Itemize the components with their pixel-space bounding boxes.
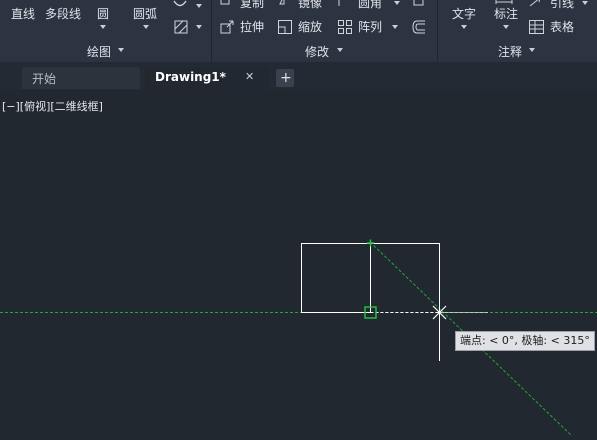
draw-panel-caret[interactable] <box>118 48 124 52</box>
modify-panel-title[interactable]: 修改 <box>305 43 329 60</box>
annotation-panel-caret[interactable] <box>529 48 535 52</box>
ribbon: 直线 多段线 圆 圆弧 绘图 复制 镜像 圆角 拉伸 缩放 阵列 修改 文字 标… <box>0 0 597 62</box>
circle-dropdown-caret[interactable] <box>100 25 106 29</box>
fillet-button[interactable]: 圆角 <box>358 0 382 10</box>
array-button[interactable]: 阵列 <box>358 20 382 34</box>
rectangle-left[interactable] <box>301 243 371 313</box>
stretch-icon <box>220 20 234 34</box>
arc-button[interactable]: 圆弧 <box>133 7 157 21</box>
rectangle-right[interactable] <box>370 243 440 313</box>
file-tab-bar: 开始 Drawing1* ✕ + <box>0 62 597 90</box>
panel-separator <box>437 0 438 62</box>
close-icon[interactable]: ✕ <box>245 70 254 83</box>
table-button[interactable]: 表格 <box>550 20 574 34</box>
text-button[interactable]: 文字 <box>452 7 476 21</box>
snap-tooltip-text: 端点: < 0°, 极轴: < 315° <box>460 334 590 347</box>
tab-drawing1[interactable]: Drawing1* ✕ <box>145 67 269 89</box>
offset-icon[interactable] <box>411 19 427 35</box>
mirror-icon <box>279 0 285 5</box>
dimension-dropdown-caret[interactable] <box>503 25 509 29</box>
ellipse-icon[interactable] <box>172 0 188 10</box>
text-dropdown-caret[interactable] <box>461 25 467 29</box>
leader-dropdown-caret[interactable] <box>582 1 588 5</box>
hatch-dropdown-caret[interactable] <box>196 25 202 29</box>
arc-dropdown-caret[interactable] <box>143 25 149 29</box>
array-dropdown-caret[interactable] <box>392 25 398 29</box>
circle-button[interactable]: 圆 <box>97 7 109 21</box>
drawing-area[interactable] <box>0 90 597 437</box>
leader-icon <box>529 0 541 7</box>
polyline-button[interactable]: 多段线 <box>45 7 81 21</box>
scale-button[interactable]: 缩放 <box>298 20 322 34</box>
leader-button[interactable]: 引线 <box>550 0 574 10</box>
new-tab-button[interactable]: + <box>276 69 294 87</box>
snap-tooltip: 端点: < 0°, 极轴: < 315° <box>455 331 595 351</box>
tracking-point-marker <box>367 239 374 247</box>
ellipse-dropdown-caret[interactable] <box>196 4 202 8</box>
mirror-button[interactable]: 镜像 <box>298 0 322 10</box>
dimension-icon <box>495 0 513 4</box>
panel-separator <box>211 0 212 62</box>
dimension-button[interactable]: 标注 <box>494 7 518 21</box>
tab-start-label: 开始 <box>32 72 57 86</box>
drawing-canvas[interactable] <box>0 90 597 437</box>
annotation-panel-title[interactable]: 注释 <box>498 43 522 60</box>
explode-icon[interactable] <box>411 0 427 8</box>
viewport-controls-label[interactable]: [−][俯视][二维线框] <box>2 98 103 114</box>
modify-panel-caret[interactable] <box>337 48 343 52</box>
copy-icon <box>220 0 230 5</box>
array-icon <box>338 20 352 34</box>
table-icon <box>529 20 544 34</box>
fillet-dropdown-caret[interactable] <box>394 1 400 5</box>
stretch-button[interactable]: 拉伸 <box>240 20 264 34</box>
tab-drawing1-label: Drawing1* <box>155 70 226 84</box>
hatch-icon[interactable] <box>173 19 189 35</box>
scale-icon <box>278 20 292 34</box>
copy-button[interactable]: 复制 <box>240 0 264 10</box>
fillet-icon <box>338 0 340 6</box>
tab-start[interactable]: 开始 <box>22 67 140 89</box>
draw-panel-title[interactable]: 绘图 <box>87 43 111 60</box>
line-button[interactable]: 直线 <box>11 7 35 21</box>
plus-icon: + <box>280 70 292 86</box>
